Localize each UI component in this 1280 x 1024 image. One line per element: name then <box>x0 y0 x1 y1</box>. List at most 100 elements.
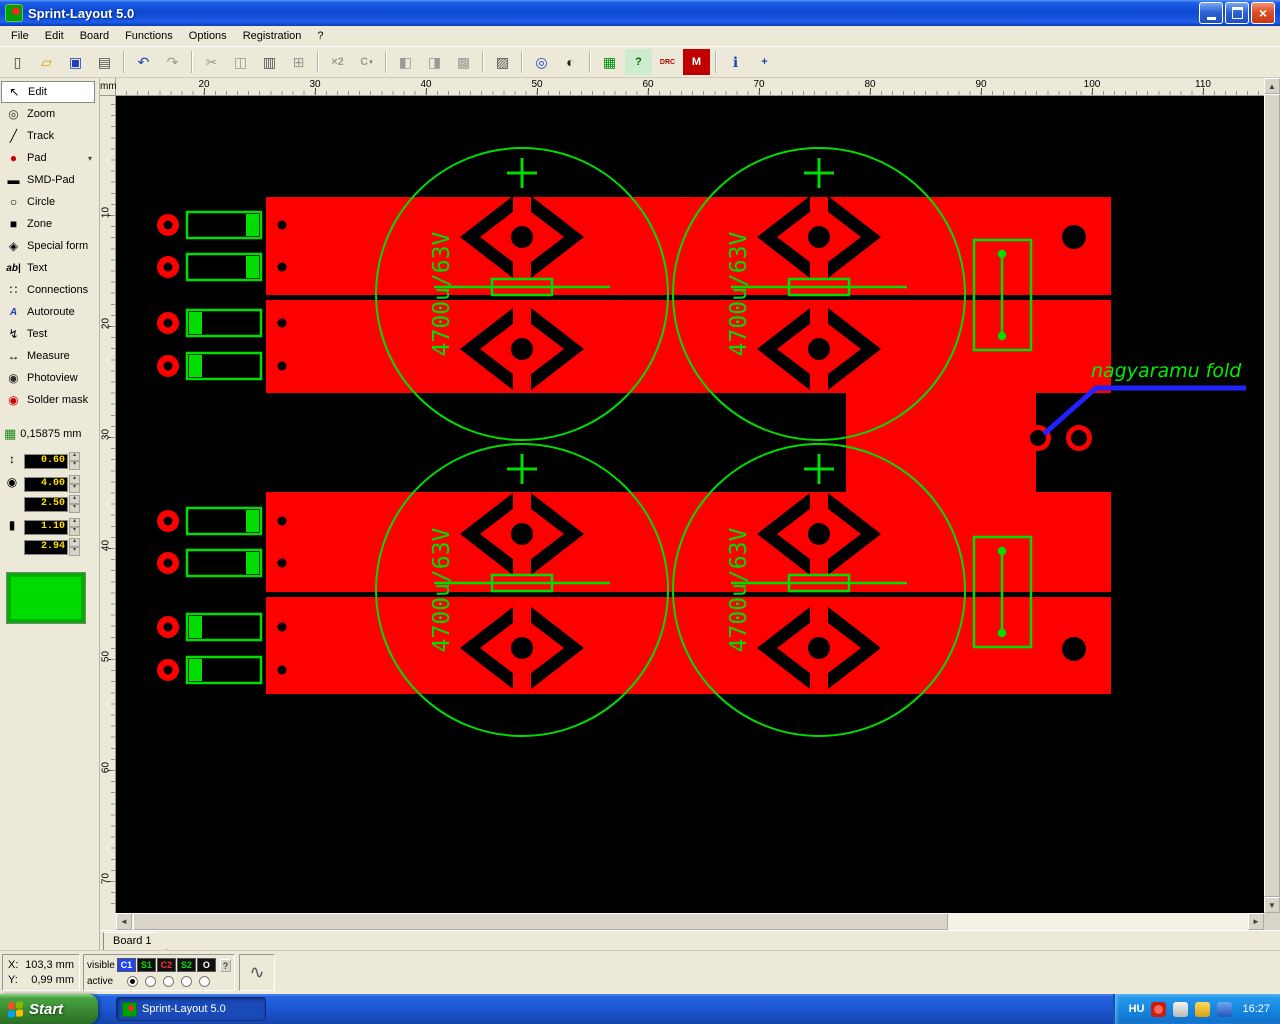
copper-rail-bottom-1[interactable] <box>266 492 1111 592</box>
layer-active-c2[interactable] <box>162 975 174 987</box>
rotate-dropdown-arrow[interactable]: ▾ <box>369 58 373 66</box>
network-tray-icon[interactable] <box>1217 1001 1233 1017</box>
tool-autoroute[interactable]: A Autoroute <box>0 301 99 323</box>
menu-file[interactable]: File <box>3 28 37 44</box>
copper-connector[interactable] <box>846 393 1036 492</box>
toolbar-align-button[interactable]: ▩ <box>450 49 477 75</box>
toolbar-rotate-button[interactable]: C ▾ <box>353 49 380 75</box>
smd-height-stepper[interactable]: ▴ ▾ <box>69 538 80 556</box>
smd-height-value[interactable]: 2.94 <box>24 539 68 555</box>
copper-rail-top-2[interactable] <box>266 300 1111 393</box>
toolbar-info-button[interactable]: ℹ <box>722 49 749 75</box>
toolbar-open-button[interactable]: ▱ <box>33 49 60 75</box>
layer-active-c1[interactable] <box>126 975 138 987</box>
toolbar-paste-button[interactable]: ▥ <box>256 49 283 75</box>
layer-visible-s2[interactable]: S2 <box>176 958 196 972</box>
start-button[interactable]: Start <box>0 994 98 1024</box>
toolbar-redo-button[interactable]: ↷ <box>159 49 186 75</box>
toolbar-connection-test-button[interactable]: ? <box>625 49 652 75</box>
toolbar-print-button[interactable]: ▤ <box>91 49 118 75</box>
tool-zoom[interactable]: ◎ Zoom <box>0 103 99 125</box>
horizontal-scrollbar[interactable]: ◄ ► <box>116 913 1264 930</box>
tool-connections[interactable]: ∷ Connections <box>0 279 99 301</box>
toolbar-scale-x2-button[interactable]: ×2 <box>324 49 351 75</box>
toolbar-save-button[interactable]: ▣ <box>62 49 89 75</box>
layer-active-s1[interactable] <box>144 975 156 987</box>
volume-tray-icon[interactable] <box>1195 1001 1211 1017</box>
toolbar-photoview-contrast-button[interactable]: ◐ <box>557 49 584 75</box>
pcb-drawing[interactable]: 4700u/63V 4700u/63V 4700u/63V 4700u/63V … <box>116 96 1264 913</box>
close-button[interactable]: × <box>1251 2 1275 24</box>
scroll-right-button[interactable]: ► <box>1248 913 1264 930</box>
pad-inner-stepper[interactable]: ▴ ▾ <box>69 495 80 513</box>
tool-measure[interactable]: ↔ Measure <box>0 345 99 367</box>
pad-inner-value[interactable]: 2.50 <box>24 496 68 512</box>
bend-mode-button[interactable]: ∿ <box>239 954 275 991</box>
pad-dropdown-arrow[interactable]: ▾ <box>88 154 92 163</box>
vertical-scrollbar[interactable]: ▲ ▼ <box>1264 78 1280 913</box>
application-tray-icon[interactable] <box>1173 1001 1189 1017</box>
capacitor-value-label[interactable]: 4700u/63V <box>429 232 455 357</box>
smd-width-value[interactable]: 1.10 <box>24 519 68 535</box>
toolbar-mirror-horizontal-button[interactable]: ◧ <box>392 49 419 75</box>
minimize-button[interactable] <box>1199 2 1223 24</box>
layer-active-o[interactable] <box>198 975 210 987</box>
tool-circle[interactable]: ○ Circle <box>0 191 99 213</box>
annotation-text[interactable]: nagyaramu fold <box>1091 360 1242 382</box>
scroll-up-button[interactable]: ▲ <box>1264 78 1280 94</box>
tool-solder-mask[interactable]: ◉ Solder mask <box>0 389 99 411</box>
tool-text[interactable]: ab| Text <box>0 257 99 279</box>
menu-functions[interactable]: Functions <box>117 28 181 44</box>
toolbar-layers-check-button[interactable]: ▦ <box>596 49 623 75</box>
tool-smd-pad[interactable]: ▬ SMD-Pad <box>0 169 99 191</box>
board-canvas[interactable]: 4700u/63V 4700u/63V 4700u/63V 4700u/63V … <box>116 96 1264 913</box>
tool-edit[interactable]: ↖ Edit <box>1 81 95 103</box>
capacitor-value-label[interactable]: 4700u/63V <box>429 528 455 653</box>
layer-visible-o[interactable]: O <box>196 958 216 972</box>
color-swatch[interactable] <box>6 572 86 624</box>
scroll-down-button[interactable]: ▼ <box>1264 897 1280 913</box>
tool-zone[interactable]: ■ Zone <box>0 213 99 235</box>
capacitor-value-label[interactable]: 4700u/63V <box>726 528 752 653</box>
toolbar-macros-button[interactable]: M <box>683 49 710 75</box>
layer-help-button[interactable]: ? <box>219 958 231 972</box>
taskbar-task-button[interactable]: Sprint-Layout 5.0 <box>116 997 266 1021</box>
layer-visible-c2[interactable]: C2 <box>156 958 176 972</box>
menu-help[interactable]: ? <box>309 28 331 44</box>
track-width-stepper[interactable]: ▴ ▾ <box>69 452 80 470</box>
scroll-left-button[interactable]: ◄ <box>116 913 132 930</box>
pad-outer-value[interactable]: 4.00 <box>24 476 68 492</box>
vertical-scroll-thumb[interactable] <box>1264 94 1280 897</box>
menu-edit[interactable]: Edit <box>37 28 72 44</box>
grid-setting[interactable]: ▦ 0,15875 mm <box>0 426 99 442</box>
horizontal-scroll-thumb[interactable] <box>133 913 948 930</box>
toolbar-origin-button[interactable]: + <box>751 49 778 75</box>
copper-rail-top-1[interactable] <box>266 197 1111 295</box>
toolbar-mirror-vertical-button[interactable]: ◨ <box>421 49 448 75</box>
tool-special-form[interactable]: ◈ Special form <box>0 235 99 257</box>
capacitor-value-label[interactable]: 4700u/63V <box>726 232 752 357</box>
toolbar-new-button[interactable]: ▯ <box>4 49 31 75</box>
tool-track[interactable]: ╱ Track <box>0 125 99 147</box>
menu-options[interactable]: Options <box>181 28 235 44</box>
toolbar-copy-button[interactable]: ◫ <box>227 49 254 75</box>
toolbar-duplicate-button[interactable]: ⊞ <box>285 49 312 75</box>
tool-test[interactable]: ↯ Test <box>0 323 99 345</box>
pad-outer-stepper[interactable]: ▴ ▾ <box>69 475 80 493</box>
menu-registration[interactable]: Registration <box>235 28 310 44</box>
board-tab[interactable]: Board 1 <box>103 932 167 950</box>
track-width-value[interactable]: 0.60 <box>24 453 68 469</box>
tool-pad[interactable]: ● Pad ▾ <box>0 147 99 169</box>
toolbar-drc-button[interactable]: DRC <box>654 49 681 75</box>
menu-board[interactable]: Board <box>72 28 117 44</box>
security-tray-icon[interactable] <box>1151 1001 1167 1017</box>
tool-photoview[interactable]: ◉ Photoview <box>0 367 99 389</box>
toolbar-zoom-all-button[interactable]: ◎ <box>528 49 555 75</box>
layer-visible-c1[interactable]: C1 <box>116 958 136 972</box>
restore-button[interactable] <box>1225 2 1249 24</box>
language-indicator[interactable]: HU <box>1129 1003 1145 1015</box>
smd-width-stepper[interactable]: ▴ ▾ <box>69 518 80 536</box>
layer-active-s2[interactable] <box>180 975 192 987</box>
toolbar-ratsnest-button[interactable]: ▨ <box>489 49 516 75</box>
toolbar-cut-button[interactable]: ✂ <box>198 49 225 75</box>
